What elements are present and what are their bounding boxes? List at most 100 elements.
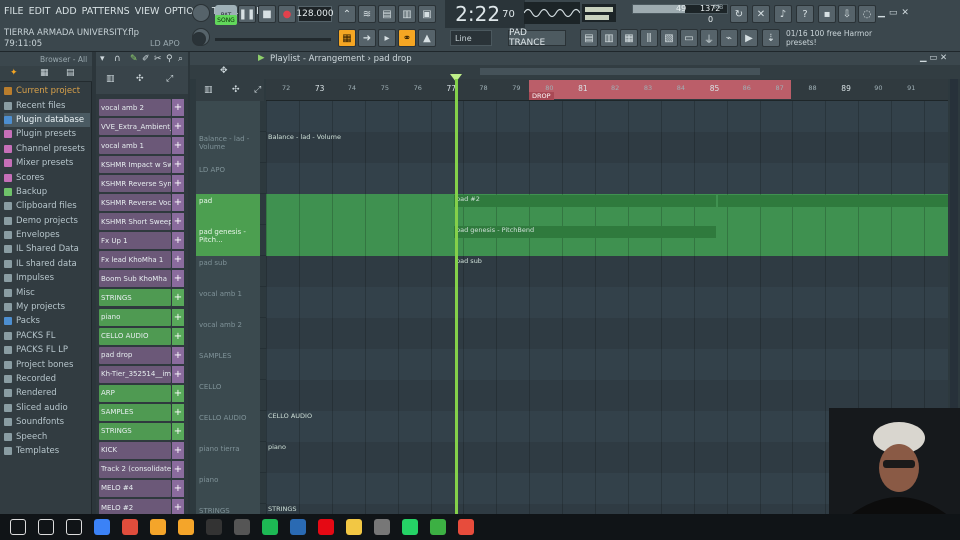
channel-row[interactable]: Kh-Tier_352514__ims...+ — [99, 365, 187, 384]
channel-add-icon[interactable]: + — [172, 422, 184, 440]
live-icon[interactable] — [206, 519, 222, 535]
browser-item[interactable]: PACKS FL LP — [4, 343, 90, 357]
browser-item[interactable]: My projects — [4, 300, 90, 314]
channel-add-icon[interactable]: + — [172, 327, 184, 345]
channel-label[interactable]: STRINGS — [99, 289, 171, 307]
browser-item[interactable]: Plugin database — [4, 112, 90, 128]
channel-add-icon[interactable]: + — [172, 175, 184, 193]
pattern-selector[interactable]: PAD TRANCE — [508, 28, 566, 48]
channel-add-icon[interactable]: + — [172, 213, 184, 231]
channel-add-icon[interactable]: + — [172, 479, 184, 497]
menu-item-patterns[interactable]: PATTERNS — [82, 6, 130, 17]
browser-item[interactable]: Scores — [4, 170, 90, 184]
channel-row[interactable]: KICK + — [99, 441, 187, 460]
master-volume-knob[interactable] — [192, 4, 210, 22]
channel-add-icon[interactable]: + — [172, 403, 184, 421]
track-lane[interactable]: pad #2 — [266, 194, 948, 225]
track-lane[interactable]: pad sub — [266, 256, 948, 287]
browser-item[interactable]: Speech — [4, 429, 90, 443]
channel-label[interactable]: Kh-Tier_352514__ims... — [99, 365, 171, 383]
dropbox-icon[interactable] — [94, 519, 110, 535]
browser-item[interactable]: Channel presets — [4, 142, 90, 156]
browser-item[interactable]: IL Shared Data — [4, 242, 90, 256]
netflix-icon[interactable] — [318, 519, 334, 535]
camtasia-icon[interactable] — [430, 519, 446, 535]
pattern-mode-icon[interactable]: ▥ — [106, 74, 115, 84]
track-header[interactable]: vocal amb 1 — [196, 287, 260, 318]
video-icon[interactable]: ▶ — [740, 29, 758, 47]
channel-row[interactable]: KSHMR Reverse Synth+ — [99, 174, 187, 193]
loop-record-icon[interactable]: ▣ — [418, 5, 436, 23]
drop-marker-region[interactable] — [529, 80, 791, 99]
master-pitch-slider[interactable] — [215, 38, 331, 41]
menu-item-file[interactable]: FILE — [4, 6, 24, 17]
fl-studio-icon[interactable] — [150, 519, 166, 535]
channel-row[interactable]: VVE_Extra_Ambient_...+ — [99, 117, 187, 136]
chrome-icon[interactable] — [122, 519, 138, 535]
browser-item[interactable]: Templates — [4, 444, 90, 458]
track-header[interactable]: SAMPLES — [196, 349, 260, 380]
channel-label[interactable]: vocal amb 2 — [99, 99, 171, 117]
channel-row[interactable]: CELLO AUDIO + — [99, 327, 187, 346]
pitch-knob-icon[interactable] — [192, 32, 206, 46]
app-icon[interactable] — [234, 519, 250, 535]
channel-label[interactable]: VVE_Extra_Ambient_... — [99, 118, 171, 136]
whatsapp-icon[interactable] — [402, 519, 418, 535]
magnet-icon[interactable]: ∩ — [114, 54, 121, 64]
timeline-ruler[interactable]: DROP 72 73 74 75 76 77 78 79 80 81 82 83 84 85 86 87 88 8… — [266, 79, 948, 101]
track-lane[interactable] — [266, 349, 948, 380]
channel-label[interactable]: KSHMR Impact w Swe... — [99, 156, 171, 174]
news-ticker[interactable]: 01/16 100 free Harmor presets! — [786, 29, 882, 51]
move-icon[interactable]: ✥ — [220, 66, 228, 76]
auto-view-icon[interactable]: ⤢ — [254, 85, 261, 95]
paint-tool-icon[interactable]: ✐ — [142, 54, 150, 64]
channel-row[interactable]: pad drop + — [99, 346, 187, 365]
task-view-icon[interactable] — [66, 519, 82, 535]
davinci-icon[interactable] — [290, 519, 306, 535]
channel-add-icon[interactable]: + — [172, 232, 184, 250]
track-header[interactable]: piano — [196, 473, 260, 504]
browser-item[interactable]: Backup — [4, 185, 90, 199]
playlist-window-icon[interactable]: ▤ — [580, 29, 598, 47]
automation-mode-icon[interactable]: ⤢ — [166, 74, 173, 84]
channel-label[interactable]: Track 2 (consolidated) — [99, 460, 171, 478]
browser-back-icon[interactable]: ✦ — [10, 68, 18, 78]
channel-row[interactable]: STRINGS + — [99, 288, 187, 307]
spotify-icon[interactable] — [262, 519, 278, 535]
playlist-clip[interactable]: CELLO AUDIO — [266, 412, 826, 424]
track-header[interactable]: piano tierra — [196, 442, 260, 473]
channel-add-icon[interactable]: + — [172, 365, 184, 383]
menu-item-add[interactable]: ADD — [56, 6, 77, 17]
channel-add-icon[interactable]: + — [172, 441, 184, 459]
draw-tool-icon[interactable]: ✎ — [130, 54, 138, 64]
channel-label[interactable]: piano — [99, 308, 171, 326]
delete-tool-icon[interactable]: ✂ — [154, 54, 162, 64]
browser-item[interactable]: Recorded — [4, 372, 90, 386]
plugin-picker-icon[interactable]: ▧ — [660, 29, 678, 47]
help-icon[interactable]: ? — [796, 5, 814, 23]
channel-label[interactable]: KICK — [99, 441, 171, 459]
playlist-clip[interactable]: piano — [266, 443, 826, 455]
channel-label[interactable]: KSHMR Short Sweep 05 — [99, 213, 171, 231]
playlist-overview[interactable]: ✥ — [190, 65, 960, 79]
audio-view-icon[interactable]: ✣ — [232, 85, 240, 95]
undo-icon[interactable]: ↻ — [730, 5, 748, 23]
channel-add-icon[interactable]: + — [172, 251, 184, 269]
record-button[interactable]: ● — [278, 5, 296, 23]
browser-item[interactable]: Project bones — [4, 357, 90, 371]
browser-item[interactable]: Sliced audio — [4, 401, 90, 415]
playlist-clip[interactable]: pad genesis - PitchBend — [454, 226, 716, 238]
zoom-tool-icon[interactable]: ⚲ — [166, 54, 173, 64]
browser-item[interactable]: PACKS FL — [4, 329, 90, 343]
step-edit-icon[interactable]: ▥ — [398, 5, 416, 23]
tool-menu-icon[interactable]: ▾ — [100, 54, 105, 64]
stop-button[interactable]: ■ — [258, 5, 276, 23]
track-lane[interactable] — [266, 287, 948, 318]
channel-add-icon[interactable]: + — [172, 99, 184, 117]
track-header[interactable]: LD APO — [196, 163, 260, 194]
search-icon[interactable] — [38, 519, 54, 535]
track-header[interactable]: pad — [196, 194, 260, 225]
track-lane[interactable] — [266, 380, 948, 411]
playlist-clip[interactable] — [718, 195, 948, 207]
browser-files-icon[interactable]: ▦ — [40, 68, 49, 78]
